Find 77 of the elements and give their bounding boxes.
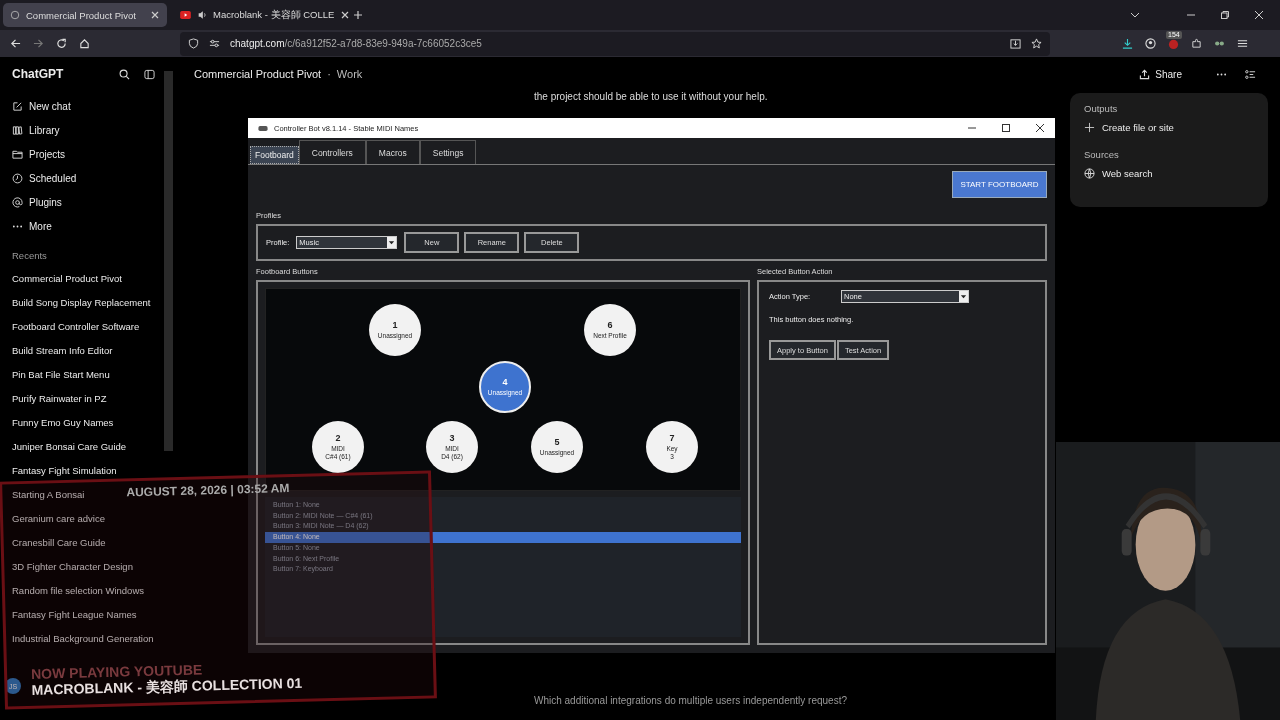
- recent-chat[interactable]: Starting A Bonsai: [12, 483, 85, 507]
- recent-chat[interactable]: Juniper Bonsai Care Guide: [12, 435, 127, 459]
- search-icon[interactable]: [119, 68, 130, 80]
- close-icon[interactable]: [1035, 123, 1045, 133]
- recent-chat[interactable]: Funny Emo Guy Names: [12, 411, 114, 435]
- url-text: chatgpt.com/c/6a912f52-a7d8-83e9-949a-7c66052c3ce5: [230, 38, 482, 49]
- sliders-icon: [209, 38, 220, 49]
- list-icon[interactable]: [1245, 68, 1256, 80]
- dropdown-arrow-icon[interactable]: [388, 239, 396, 246]
- chat-text: the project should be able to use it without your help.: [534, 91, 769, 102]
- recent-chat[interactable]: Industrial Background Generation: [12, 627, 154, 651]
- recent-chat[interactable]: Build Stream Info Editor: [12, 339, 113, 363]
- source-item[interactable]: Web search: [1084, 168, 1254, 179]
- nav-item[interactable]: More: [12, 214, 165, 238]
- project-name: Work: [336, 68, 363, 80]
- plus-icon: [1084, 122, 1095, 133]
- recent-chat[interactable]: Cranesbill Care Guide: [12, 531, 106, 555]
- close-icon[interactable]: [340, 10, 351, 20]
- sidebar-toggle-icon[interactable]: [144, 68, 155, 80]
- start-button[interactable]: START FOOTBOARD: [952, 171, 1047, 198]
- separator: ·: [327, 68, 331, 80]
- date-time: AUGUST 28, 2026 | 03:52 AM: [126, 480, 291, 500]
- recent-chat[interactable]: 3D Fighter Character Design: [12, 555, 133, 579]
- nav-item[interactable]: Scheduled: [12, 166, 165, 190]
- download-page-icon[interactable]: [1010, 38, 1021, 49]
- star-icon[interactable]: [1031, 38, 1042, 49]
- chevron-down-icon[interactable]: [1130, 10, 1140, 20]
- clock-icon: [12, 172, 23, 184]
- recent-chat[interactable]: Random file selection Windows: [12, 579, 144, 603]
- home-icon[interactable]: [79, 38, 90, 49]
- forward-icon[interactable]: [33, 38, 44, 49]
- reload-icon[interactable]: [56, 38, 67, 49]
- recent-chat[interactable]: Fantasy Fight Simulation: [12, 459, 117, 483]
- restore-icon[interactable]: [1220, 10, 1230, 20]
- address-bar[interactable]: chatgpt.com/c/6a912f52-a7d8-83e9-949a-7c66052c3ce5: [180, 31, 1050, 56]
- recent-chat[interactable]: Commercial Product Pivot: [12, 267, 122, 291]
- dropdown-arrow-icon[interactable]: [960, 293, 967, 300]
- chat-title: Commercial Product Pivot: [194, 68, 322, 80]
- share-icon: [1139, 68, 1151, 80]
- chat-text: Which additional integrations do multiple users independently request?: [534, 695, 848, 706]
- maximize-icon[interactable]: [1001, 123, 1011, 133]
- create-link[interactable]: Create file or site: [1084, 122, 1254, 133]
- recent-chat[interactable]: Pin Bat File Start Menu: [12, 363, 110, 387]
- app-name: ChatGPT: [12, 67, 64, 81]
- tab[interactable]: Settings: [419, 140, 477, 164]
- pencil-icon: [12, 100, 23, 112]
- at-sign-icon: [12, 196, 23, 208]
- nav-item[interactable]: New chat: [12, 94, 165, 118]
- tab[interactable]: Macros: [365, 140, 420, 164]
- recent-chat[interactable]: Geranium care advice: [12, 507, 105, 531]
- recent-chat[interactable]: Build Song Display Replacement: [12, 291, 151, 315]
- scrollbar[interactable]: [164, 71, 173, 451]
- share-button[interactable]: Share: [1133, 67, 1188, 81]
- speaker-icon: [197, 10, 207, 20]
- download-icon[interactable]: [1122, 38, 1133, 49]
- recent-chat[interactable]: Purify Rainwater in PZ: [12, 387, 107, 411]
- recent-chat[interactable]: Fantasy Fight League Names: [12, 603, 137, 627]
- puzzle-icon[interactable]: [1191, 38, 1202, 49]
- play-icon: [180, 11, 191, 19]
- section-title: Sources: [1084, 149, 1120, 160]
- section-title: Outputs: [1084, 103, 1119, 114]
- books-icon: [12, 124, 23, 136]
- tab[interactable]: Controllers: [298, 140, 366, 164]
- browser-tab[interactable]: Macroblank - 美容師 COLLE: [173, 3, 337, 27]
- recent-chat[interactable]: Footboard Controller Software: [12, 315, 140, 339]
- section-title: Recents: [12, 250, 48, 261]
- browser-tab[interactable]: Commercial Product Pivot: [3, 3, 167, 27]
- nav-item[interactable]: Plugins: [12, 190, 165, 214]
- nav-item[interactable]: Projects: [12, 142, 165, 166]
- back-icon[interactable]: [10, 38, 21, 49]
- new-tab-icon[interactable]: [353, 10, 363, 20]
- account-icon[interactable]: [1145, 38, 1156, 49]
- nav-item[interactable]: Library: [12, 118, 165, 142]
- menu-icon[interactable]: [1237, 38, 1248, 49]
- tab[interactable]: Footboard: [250, 146, 299, 164]
- shield-icon: [188, 38, 199, 49]
- folder-icon: [12, 148, 23, 160]
